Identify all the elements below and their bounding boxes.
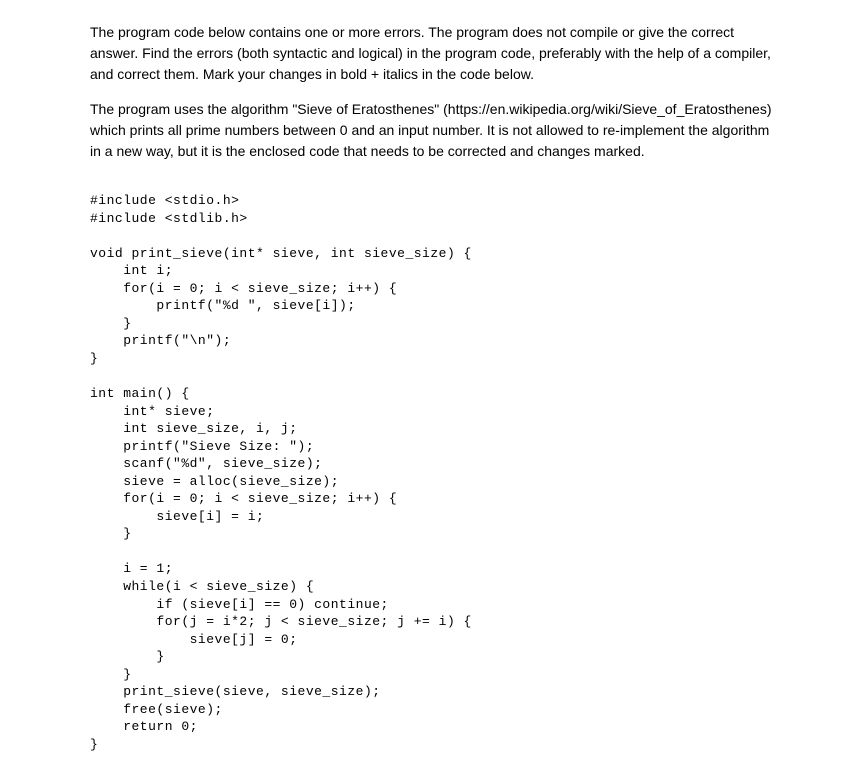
paragraph-description: The program uses the algorithm "Sieve of… xyxy=(90,99,774,162)
code-listing: #include <stdio.h> #include <stdlib.h> v… xyxy=(90,192,774,754)
paragraph-instructions: The program code below contains one or m… xyxy=(90,22,774,85)
